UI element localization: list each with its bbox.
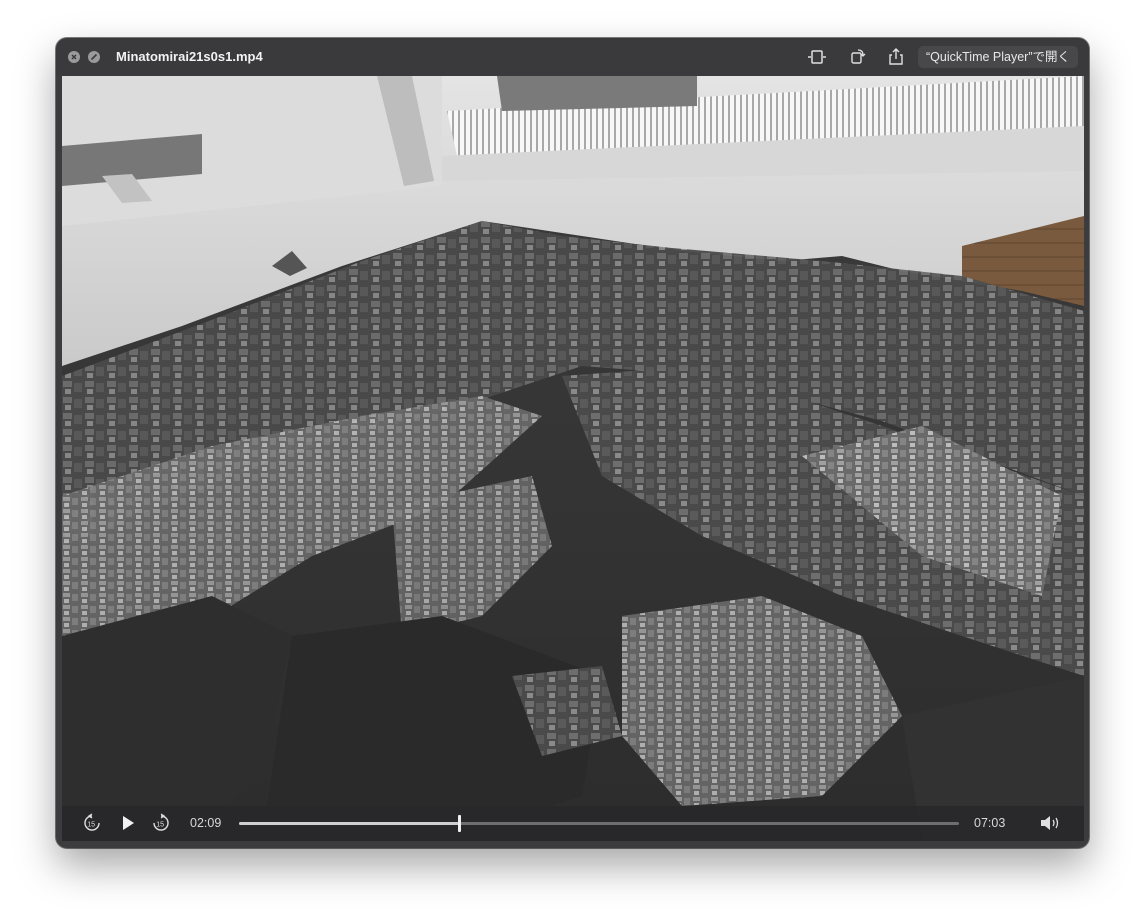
skip-forward-label: 15: [156, 822, 164, 829]
close-icon[interactable]: [68, 51, 80, 63]
title-bar[interactable]: Minatomirai21s0s1.mp4 “QuickTime Player”…: [56, 38, 1089, 76]
share-icon[interactable]: [885, 47, 907, 67]
scrubber-progress: [239, 822, 459, 825]
volume-icon[interactable]: [1038, 813, 1064, 838]
city-model-scene: [62, 76, 1084, 841]
video-frame[interactable]: [62, 76, 1084, 841]
skip-back-label: 15: [87, 822, 95, 829]
skip-forward-15-icon[interactable]: 15: [151, 813, 171, 838]
trim-icon[interactable]: [806, 47, 828, 67]
window-title: Minatomirai21s0s1.mp4: [116, 49, 263, 64]
current-time: 02:09: [190, 816, 222, 830]
quicktime-window: Minatomirai21s0s1.mp4 “QuickTime Player”…: [56, 38, 1089, 848]
playback-controls: 15 15 02:09 07:03: [62, 806, 1084, 841]
scrubber-playhead[interactable]: [457, 815, 461, 832]
skip-back-15-icon[interactable]: 15: [82, 813, 102, 838]
open-in-quicktime-button[interactable]: “QuickTime Player”で開く: [918, 46, 1078, 68]
minimize-icon[interactable]: [88, 51, 100, 63]
scrubber-track[interactable]: [239, 815, 959, 832]
rotate-icon[interactable]: [846, 47, 868, 67]
play-icon[interactable]: [118, 813, 138, 838]
duration: 07:03: [974, 816, 1006, 830]
